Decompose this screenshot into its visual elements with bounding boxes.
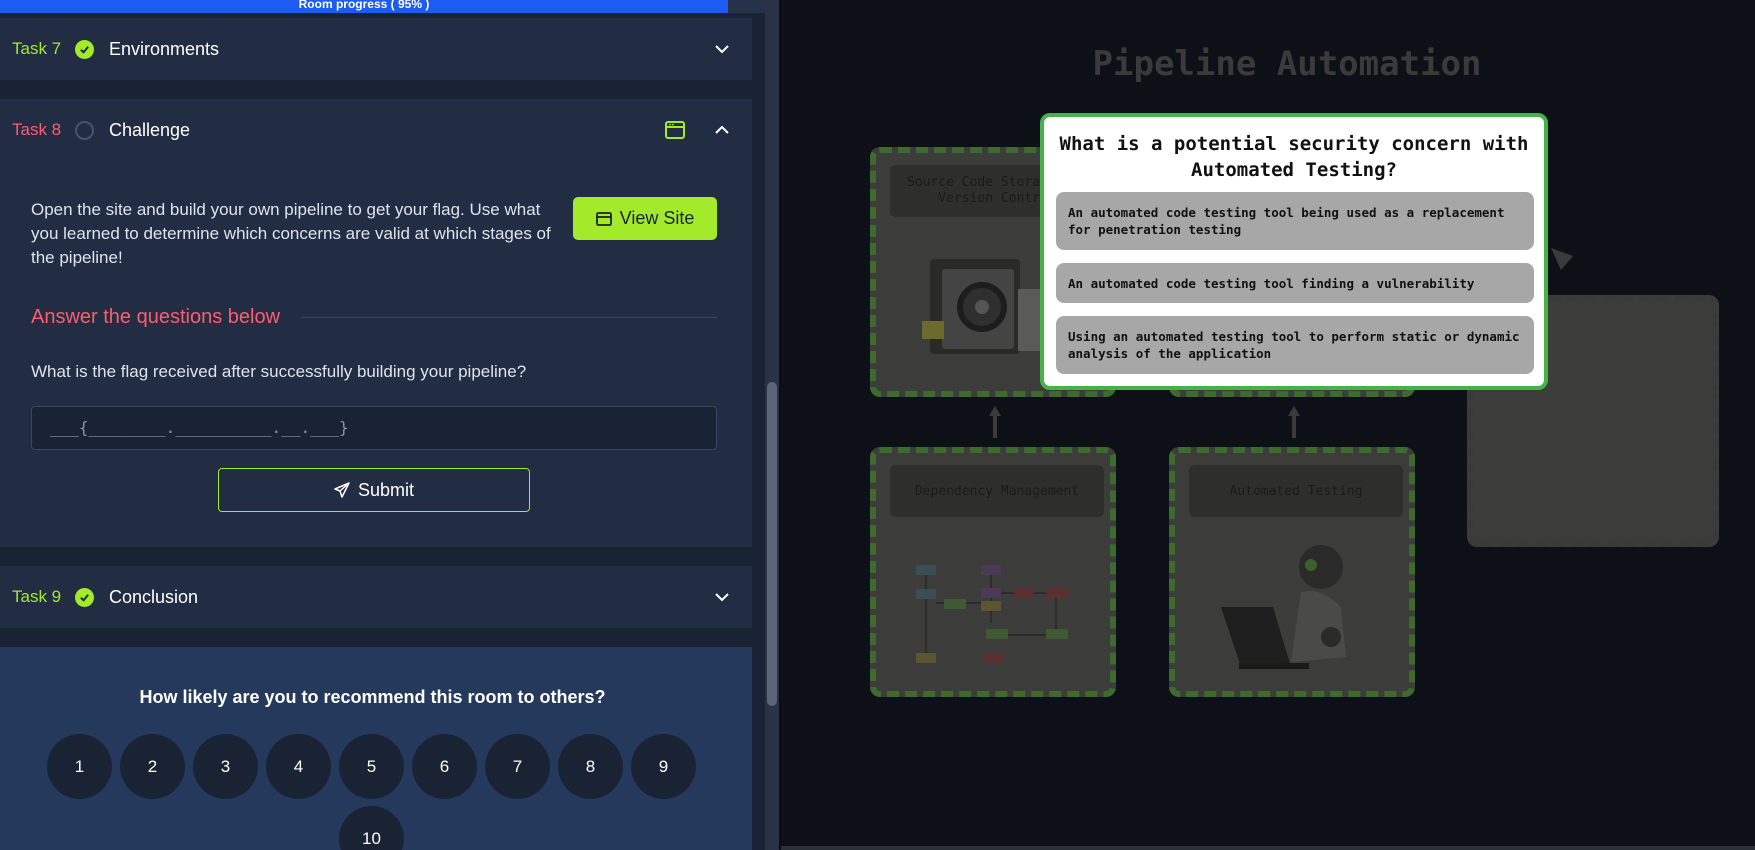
rating-option-8[interactable]: 8 bbox=[558, 734, 623, 799]
chevron-down-icon[interactable] bbox=[712, 39, 732, 59]
task-9[interactable]: Task 9 Conclusion bbox=[0, 566, 752, 628]
view-site-label: View Site bbox=[619, 208, 695, 228]
check-circle-icon bbox=[75, 39, 94, 59]
task-description: Open the site and build your own pipelin… bbox=[31, 200, 551, 267]
scrollbar-thumb[interactable] bbox=[767, 382, 777, 706]
popup-option-1[interactable]: An automated code testing tool being use… bbox=[1056, 192, 1534, 250]
chevron-up-icon[interactable] bbox=[712, 120, 732, 140]
game-title: Pipeline Automation bbox=[1092, 44, 1482, 84]
popup-option-2[interactable]: An automated code testing tool finding a… bbox=[1056, 263, 1534, 303]
heading-divider bbox=[302, 317, 717, 318]
rating-option-3[interactable]: 3 bbox=[193, 734, 258, 799]
task-title: Environments bbox=[109, 38, 220, 59]
rating-option-7[interactable]: 7 bbox=[485, 734, 550, 799]
rating-option-9[interactable]: 9 bbox=[631, 734, 696, 799]
popup-question: What is a potential security concern wit… bbox=[1059, 133, 1529, 181]
task-title: Challenge bbox=[109, 119, 191, 140]
site-bottom-bar bbox=[781, 846, 1755, 850]
room-progress-track bbox=[728, 0, 765, 13]
room-progress-label: Room progress ( 95% ) bbox=[298, 0, 430, 11]
arrow-up-icon bbox=[1288, 406, 1300, 438]
stage-label: Dependency Management bbox=[890, 465, 1104, 517]
robot-laptop-icon bbox=[1221, 545, 1346, 669]
submit-label: Submit bbox=[357, 479, 415, 500]
room-progress-bar: Room progress ( 95% ) bbox=[0, 0, 728, 13]
chevron-down-icon[interactable] bbox=[712, 587, 732, 607]
vault-icon bbox=[922, 259, 1040, 354]
question-popup: What is a potential security concern wit… bbox=[1040, 113, 1548, 390]
rating-option-4[interactable]: 4 bbox=[266, 734, 331, 799]
rating-option-5[interactable]: 5 bbox=[339, 734, 404, 799]
task-number: Task 9 bbox=[12, 587, 62, 606]
task-9-header[interactable]: Task 9 Conclusion bbox=[0, 566, 752, 628]
rating-option-1[interactable]: 1 bbox=[47, 734, 112, 799]
window-icon[interactable] bbox=[664, 120, 686, 140]
dependency-graph-icon bbox=[916, 565, 1068, 663]
task-8-header[interactable]: Task 8 Challenge bbox=[0, 99, 752, 161]
check-circle-icon bbox=[75, 587, 94, 607]
task-number: Task 7 bbox=[12, 39, 62, 58]
task-title: Conclusion bbox=[109, 586, 199, 607]
answer-input[interactable]: ___{________.__________.__.___} bbox=[31, 406, 717, 450]
arrow-up-icon bbox=[989, 406, 1001, 438]
submit-button[interactable]: Submit bbox=[218, 468, 530, 512]
stage-dependency-management[interactable]: Dependency Management bbox=[870, 447, 1116, 697]
send-icon bbox=[334, 482, 350, 498]
task-panel: Room progress ( 95% ) Task 7 Environment… bbox=[0, 0, 765, 850]
window-icon bbox=[595, 211, 612, 226]
rating-option-2[interactable]: 2 bbox=[120, 734, 185, 799]
rating-option-6[interactable]: 6 bbox=[412, 734, 477, 799]
task-7[interactable]: Task 7 Environments bbox=[0, 18, 752, 80]
view-site-button[interactable]: View Site bbox=[573, 197, 717, 240]
question-text: What is the flag received after successf… bbox=[31, 362, 527, 381]
task-7-header[interactable]: Task 7 Environments bbox=[0, 18, 752, 80]
answer-heading: Answer the questions below bbox=[31, 306, 281, 328]
site-view: Pipeline Automation Source Code Storage … bbox=[781, 0, 1755, 850]
stage-label: Automated Testing bbox=[1189, 465, 1403, 517]
popup-option-3[interactable]: Using an automated testing tool to perfo… bbox=[1056, 316, 1534, 374]
recommend-question: How likely are you to recommend this roo… bbox=[139, 687, 606, 707]
arrow-head-icon bbox=[1551, 248, 1573, 270]
task-number: Task 8 bbox=[12, 120, 62, 139]
empty-circle-icon bbox=[75, 120, 94, 140]
stage-automated-testing[interactable]: Automated Testing bbox=[1169, 447, 1415, 697]
